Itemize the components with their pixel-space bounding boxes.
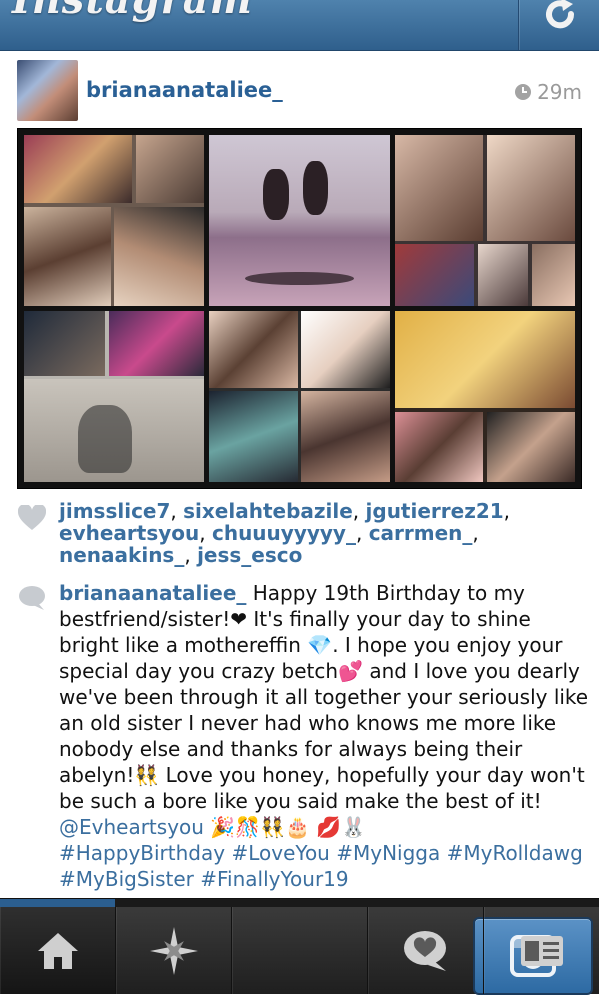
photo-collage <box>24 135 575 482</box>
liker-link[interactable]: jess_esco <box>197 543 302 567</box>
collage-tile <box>24 311 205 482</box>
post-header: brianaanataliee_ 29m <box>17 60 582 125</box>
caption-body: Happy 19th Birthday to my bestfriend/sis… <box>59 581 589 813</box>
caption-emojis: 🎉🎊👯🎂 💋🐰 <box>203 815 367 839</box>
instagram-logo: Instagram <box>12 0 253 23</box>
post-timestamp: 29m <box>514 80 582 106</box>
nav-camera[interactable] <box>232 907 593 995</box>
nav-home[interactable] <box>0 907 116 994</box>
comment-icon <box>18 585 46 615</box>
liker-link[interactable]: sixelahtebazile <box>183 499 353 523</box>
liker-link[interactable]: nenaakins_ <box>59 543 184 567</box>
liker-separator: , <box>184 543 198 567</box>
caption-username[interactable]: brianaanataliee_ <box>59 581 246 605</box>
collage-tile <box>394 311 575 482</box>
liker-separator: , <box>170 499 184 523</box>
hashtag-link[interactable]: #MyBigSister <box>59 867 194 891</box>
caption-text: brianaanataliee_ Happy 19th Birthday to … <box>59 580 594 892</box>
collage-tile <box>209 311 390 482</box>
time-ago: 29m <box>537 80 582 104</box>
hashtag-link[interactable]: #MyRolldawg <box>447 841 583 865</box>
bottom-nav <box>0 898 599 995</box>
liker-separator: , <box>199 521 212 545</box>
hashtag-link[interactable]: #LoveYou <box>231 841 329 865</box>
liker-link[interactable]: chuuuyyyyy_ <box>212 521 356 545</box>
caption-mention[interactable]: @Evheartsyou <box>59 815 204 839</box>
hashtag-link[interactable]: #HappyBirthday <box>59 841 225 865</box>
liker-link[interactable]: carrmen_ <box>369 521 473 545</box>
liker-link[interactable]: evheartsyou <box>59 521 199 545</box>
liker-separator: , <box>503 499 511 523</box>
post-photo[interactable] <box>17 128 582 489</box>
collage-tile <box>209 135 390 306</box>
likes-list: jimsslice7, sixelahtebazile, jgutierrez2… <box>59 500 589 566</box>
liker-separator: , <box>352 499 366 523</box>
post-username[interactable]: brianaanataliee_ <box>86 78 283 102</box>
liker-separator: , <box>472 521 479 545</box>
avatar[interactable] <box>17 60 78 121</box>
clock-icon <box>514 82 532 106</box>
hashtag-list: #HappyBirthday #LoveYou #MyNigga #MyRoll… <box>59 841 583 891</box>
hashtag-link[interactable]: #MyNigga <box>336 841 440 865</box>
nav-explore[interactable] <box>116 907 232 994</box>
nav-news[interactable] <box>368 907 484 994</box>
app-header: Instagram <box>0 0 599 51</box>
liker-link[interactable]: jimsslice7 <box>59 499 170 523</box>
collage-tile <box>24 135 205 306</box>
active-tab-indicator <box>0 899 599 907</box>
collage-tile <box>394 135 575 306</box>
nav-profile[interactable] <box>484 907 599 994</box>
hashtag-link[interactable]: #FinallyYour19 <box>200 867 348 891</box>
heart-icon <box>17 503 47 535</box>
liker-separator: , <box>355 521 369 545</box>
refresh-button[interactable] <box>518 0 599 50</box>
liker-link[interactable]: jgutierrez21 <box>366 499 504 523</box>
